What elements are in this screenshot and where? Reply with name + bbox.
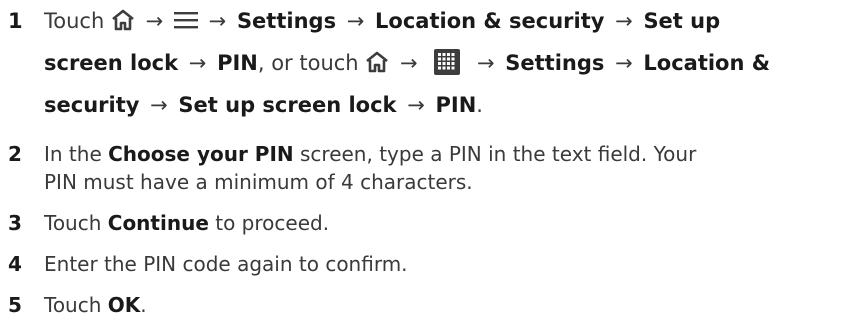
step-text: , or touch	[257, 51, 359, 75]
home-icon	[111, 9, 135, 31]
step-text: Touch	[44, 293, 108, 317]
arrow: →	[400, 51, 418, 75]
ok-label: OK	[107, 293, 141, 317]
step-text: In the	[44, 142, 109, 166]
step-text: .	[140, 293, 147, 317]
continue-label: Continue	[107, 211, 209, 235]
step-2: 2 In the Choose your PIN screen, type a …	[0, 140, 843, 196]
step-2-line-1: In the Choose your PIN screen, type a PI…	[44, 140, 843, 168]
arrow: →	[346, 9, 365, 33]
step-text: Touch	[44, 211, 108, 235]
step-number: 2	[8, 142, 22, 166]
settings-label: Settings	[505, 51, 605, 75]
arrow: →	[145, 9, 164, 33]
step-1-line-1: Touch → → Settings → Location & security…	[44, 0, 843, 42]
step-text: .	[476, 93, 483, 117]
arrow: →	[407, 93, 425, 117]
menu-icon	[173, 11, 198, 29]
location-security-label: Location & security	[375, 9, 605, 33]
step-1: 1 Touch → → Settings → Location & securi	[0, 0, 843, 126]
instruction-steps: 1 Touch → → Settings → Location & securi	[0, 0, 843, 319]
home-icon	[365, 51, 389, 73]
step-1-line-2: screen lock → PIN, or touch → → Settings…	[44, 42, 843, 84]
step-text: to proceed.	[208, 211, 330, 235]
step-text: Enter the PIN code again to confirm.	[44, 252, 408, 276]
step-text: screen, type a PIN in the text field. Yo…	[293, 142, 697, 166]
pin-label: PIN	[217, 51, 258, 75]
set-up-label: Set up	[643, 9, 721, 33]
step-number: 5	[8, 293, 22, 317]
pin-label: PIN	[435, 93, 477, 117]
step-number: 3	[8, 211, 22, 235]
arrow: →	[476, 51, 495, 75]
settings-label: Settings	[236, 9, 337, 33]
choose-pin-label: Choose your PIN	[108, 142, 294, 166]
set-up-screen-lock-label: Set up screen lock	[178, 93, 397, 117]
arrow: →	[615, 9, 633, 33]
arrow: →	[188, 51, 207, 75]
apps-grid-icon	[434, 49, 461, 75]
step-4: 4 Enter the PIN code again to confirm.	[0, 250, 843, 278]
step-number: 4	[8, 252, 22, 276]
step-number: 1	[8, 9, 23, 33]
arrow: →	[150, 93, 168, 117]
arrow: →	[615, 51, 633, 75]
screen-lock-label: screen lock	[44, 51, 179, 75]
location-security-label: Location &	[643, 51, 771, 75]
step-text: Touch	[44, 9, 105, 33]
step-2-line-2: PIN must have a minimum of 4 characters.	[44, 170, 473, 194]
security-label: security	[44, 93, 140, 117]
arrow: →	[208, 9, 227, 33]
step-3: 3 Touch Continue to proceed.	[0, 209, 843, 237]
step-1-line-3: security → Set up screen lock → PIN.	[44, 84, 843, 126]
step-5: 5 Touch OK.	[0, 291, 843, 319]
